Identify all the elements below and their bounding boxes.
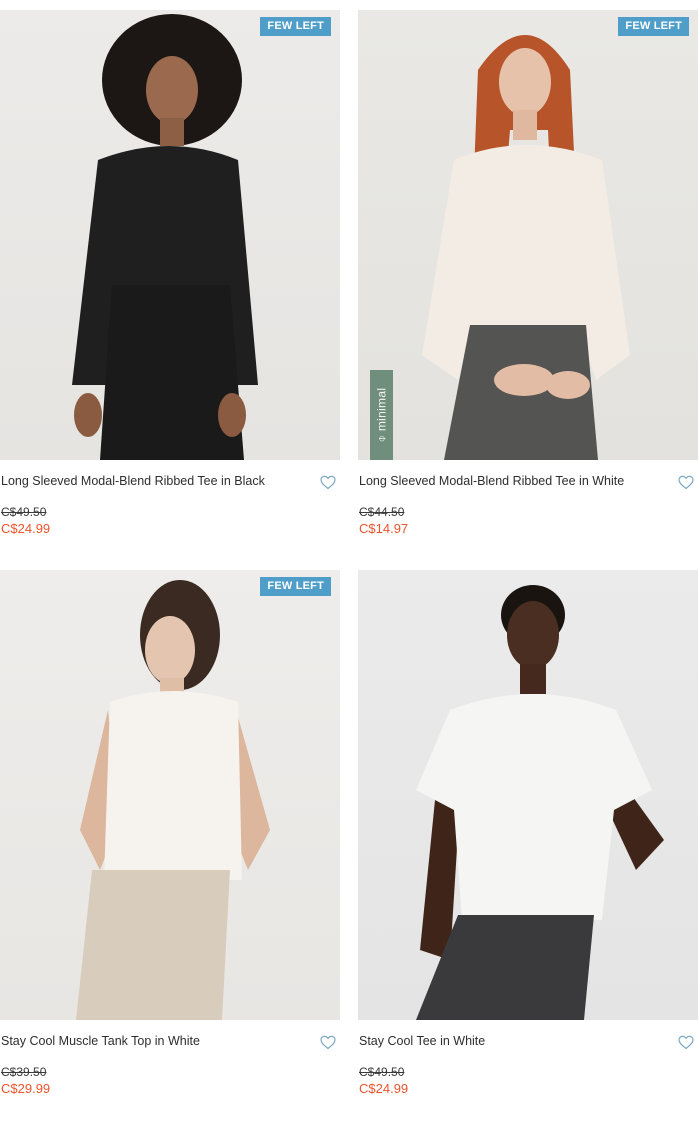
heart-icon[interactable] xyxy=(678,1035,694,1050)
model-photo-white-tee xyxy=(416,585,664,1020)
model-photo-white-longsleeve xyxy=(422,35,630,460)
sale-price: C$14.97 xyxy=(359,521,409,536)
original-price: C$39.50 xyxy=(1,1065,47,1079)
heart-icon[interactable] xyxy=(320,475,336,490)
product-image[interactable]: FEW LEFT xyxy=(0,570,340,1020)
product-card[interactable]: FEW LEFT ⌽ minimal Long Sleeved Modal-Bl… xyxy=(358,10,698,563)
minimal-tag: ⌽ minimal xyxy=(370,370,393,460)
product-image[interactable] xyxy=(358,570,698,1020)
heart-icon[interactable] xyxy=(320,1035,336,1050)
product-name[interactable]: Stay Cool Muscle Tank Top in White xyxy=(0,1033,340,1049)
product-name[interactable]: Long Sleeved Modal-Blend Ribbed Tee in W… xyxy=(358,473,698,489)
original-price: C$49.50 xyxy=(359,1065,405,1079)
minimal-tag-label: ⌽ minimal xyxy=(374,387,388,443)
product-name[interactable]: Long Sleeved Modal-Blend Ribbed Tee in B… xyxy=(0,473,340,489)
few-left-badge: FEW LEFT xyxy=(260,17,331,36)
sale-price: C$24.99 xyxy=(1,521,51,536)
model-photo-black-longsleeve xyxy=(72,14,258,460)
product-card[interactable]: FEW LEFT Stay Cool Muscle Tank Top in Wh… xyxy=(0,570,340,1123)
product-card[interactable]: FEW LEFT Long Sleeved Modal-Blend Ribbed… xyxy=(0,10,340,563)
original-price: C$49.50 xyxy=(1,505,47,519)
product-image[interactable]: FEW LEFT ⌽ minimal xyxy=(358,10,698,460)
sale-price: C$24.99 xyxy=(359,1081,409,1096)
sale-price: C$29.99 xyxy=(1,1081,51,1096)
original-price: C$44.50 xyxy=(359,505,405,519)
product-card[interactable]: Stay Cool Tee in White C$49.50 C$24.99 xyxy=(358,570,698,1123)
few-left-badge: FEW LEFT xyxy=(260,577,331,596)
product-image[interactable]: FEW LEFT xyxy=(0,10,340,460)
model-photo-white-tank xyxy=(76,580,270,1020)
few-left-badge: FEW LEFT xyxy=(618,17,689,36)
product-name[interactable]: Stay Cool Tee in White xyxy=(358,1033,698,1049)
heart-icon[interactable] xyxy=(678,475,694,490)
